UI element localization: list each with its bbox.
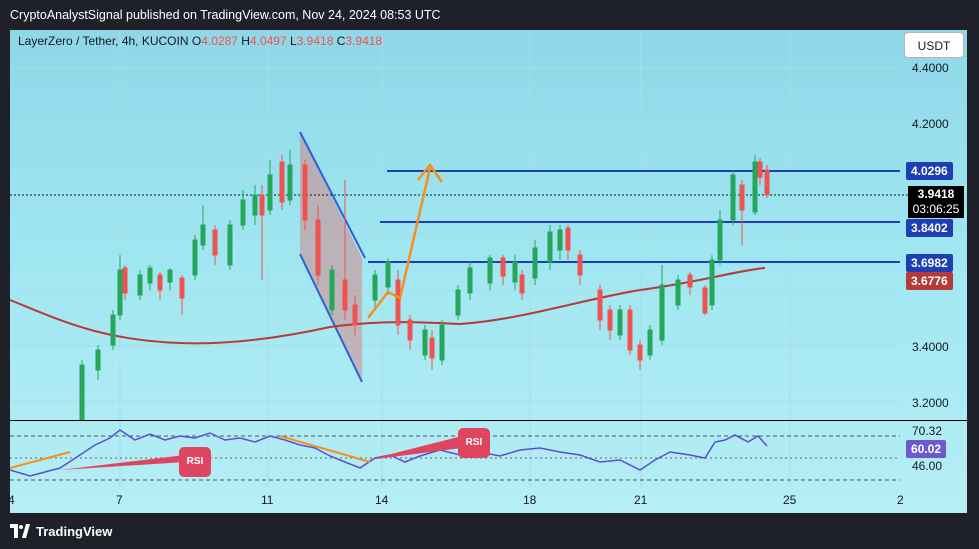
rsi-line bbox=[9, 429, 768, 477]
date-axis-label: 11 bbox=[261, 493, 274, 507]
price-axis-label: 4.2000 bbox=[912, 117, 949, 131]
high-label: H bbox=[241, 34, 250, 48]
current-price-tag: 3.9418 03:06:25 bbox=[908, 186, 964, 218]
low-value: 3.9418 bbox=[296, 34, 334, 48]
date-axis-label: 7 bbox=[116, 493, 123, 507]
tradingview-footer[interactable]: TradingView bbox=[10, 520, 112, 542]
rsi-axis-lower: 46.00 bbox=[912, 459, 943, 473]
date-axis-label: 4 bbox=[8, 493, 15, 507]
grid-lines bbox=[10, 30, 900, 487]
chart-canvas bbox=[9, 30, 908, 487]
channel-fill bbox=[300, 132, 362, 382]
rsi-current-tag: 60.02 bbox=[906, 440, 947, 458]
moving-average-tag: 3.6776 bbox=[906, 272, 953, 290]
candle-countdown: 03:06:25 bbox=[912, 202, 960, 216]
date-axis-label: 14 bbox=[375, 493, 389, 507]
low-label: L bbox=[289, 34, 297, 48]
rsi-trendline-left bbox=[9, 451, 71, 469]
price-axis-label: 4.4000 bbox=[912, 61, 949, 75]
date-axis-label: 18 bbox=[523, 493, 537, 507]
currency-button[interactable]: USDT bbox=[904, 32, 964, 58]
rsi-axis-upper: 70.32 bbox=[912, 424, 943, 438]
price-axis-label: 3.2000 bbox=[912, 396, 949, 410]
rsi-pointer-left bbox=[60, 455, 185, 470]
close-value: 3.9418 bbox=[345, 34, 383, 48]
support-mid-tag: 3.8402 bbox=[906, 219, 953, 237]
pane-separator[interactable] bbox=[10, 420, 967, 421]
date-axis-label: 2 bbox=[897, 493, 904, 507]
support-low-tag: 3.6982 bbox=[906, 254, 953, 272]
tradingview-brand: TradingView bbox=[36, 523, 113, 539]
current-price-value: 3.9418 bbox=[917, 187, 955, 201]
rsi-callout-left: RSI bbox=[179, 447, 211, 477]
symbol-info: LayerZero / Tether, 4h, KUCOIN O4.0287 H… bbox=[18, 34, 382, 48]
rsi-callout-right: RSI bbox=[458, 428, 490, 458]
open-label: O bbox=[191, 34, 202, 48]
symbol-pair[interactable]: LayerZero / Tether, 4h, KUCOIN bbox=[18, 34, 189, 48]
price-axis-label: 3.4000 bbox=[912, 340, 949, 354]
date-axis-label: 25 bbox=[783, 493, 797, 507]
resistance-tag: 4.0296 bbox=[906, 162, 953, 180]
date-axis-label: 21 bbox=[634, 493, 648, 507]
open-value: 4.0287 bbox=[201, 34, 238, 48]
tradingview-logo-icon bbox=[10, 524, 30, 538]
high-value: 4.0497 bbox=[249, 34, 287, 48]
